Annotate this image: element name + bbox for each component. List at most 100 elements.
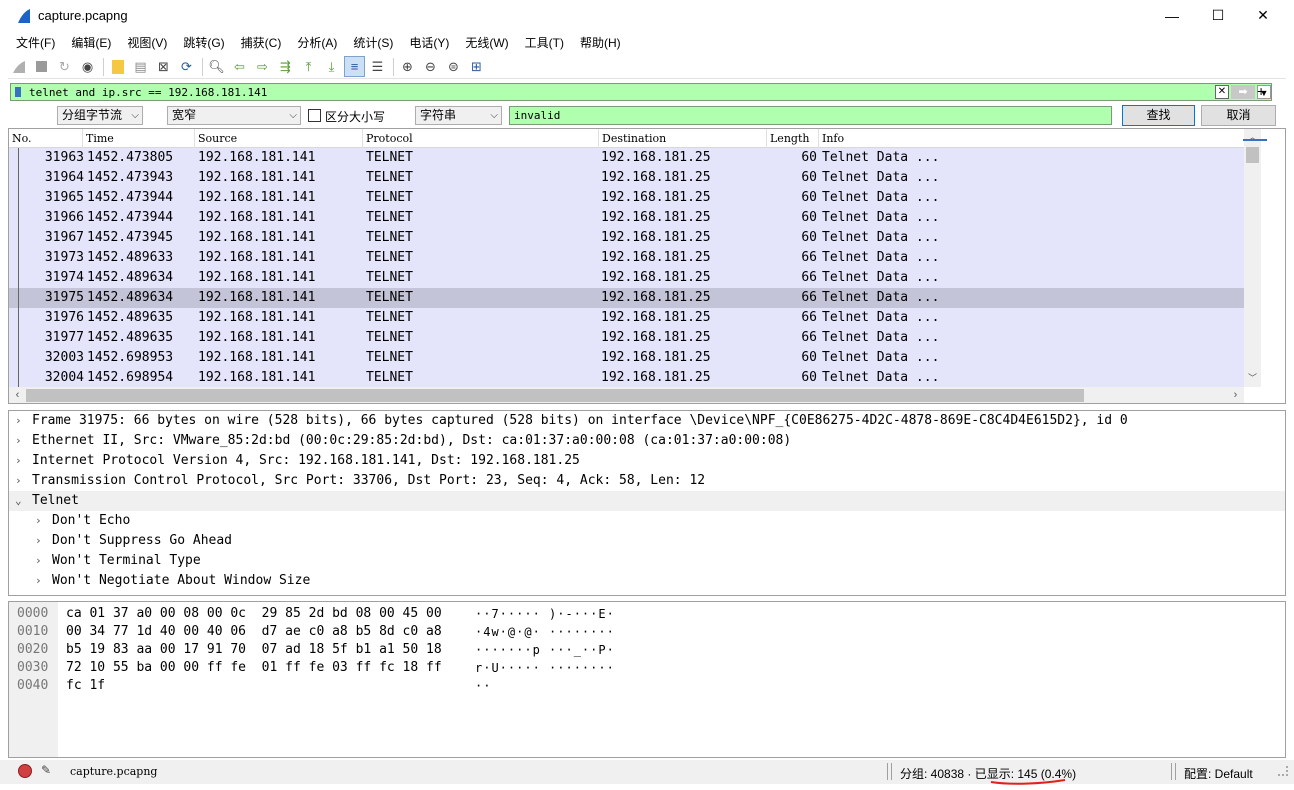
restart-capture-icon[interactable]: ↻	[54, 56, 75, 77]
find-input[interactable]: invalid	[509, 106, 1112, 125]
maximize-button[interactable]: ☐	[1195, 0, 1241, 31]
table-row[interactable]: 31966 1452.473944 192.168.181.141 TELNET 192…	[9, 208, 1244, 228]
search-type-select[interactable]: 字符串 ⌵	[415, 106, 502, 125]
column-header-time[interactable]: Time	[83, 129, 195, 148]
hex-dump-row[interactable]: 0020 b5 19 83 aa 00 17 91 70 07 ad 18 5f …	[9, 641, 1279, 659]
column-header-info[interactable]: Info	[819, 129, 1244, 148]
column-header-no[interactable]: No.	[9, 129, 83, 148]
capture-comment-icon[interactable]: ✎	[41, 763, 51, 777]
chevron-right-icon[interactable]: ›	[15, 411, 22, 431]
menu-help[interactable]: 帮助(H)	[572, 34, 629, 51]
close-file-icon[interactable]: ⊠	[153, 56, 174, 77]
resize-grip-icon[interactable]	[1278, 766, 1288, 776]
table-row[interactable]: 31976 1452.489635 192.168.181.141 TELNET 192…	[9, 308, 1244, 328]
detail-tree-item[interactable]: › Won't Negotiate About Window Size	[9, 571, 1285, 591]
go-forward-icon[interactable]: ⇨	[252, 56, 273, 77]
go-to-packet-icon[interactable]: ⇶	[275, 56, 296, 77]
zoom-in-icon[interactable]: ⊕	[397, 56, 418, 77]
scroll-right-icon[interactable]: ›	[1227, 387, 1244, 403]
bookmark-icon[interactable]	[11, 84, 25, 100]
case-sensitive-checkbox[interactable]	[308, 109, 321, 122]
reload-file-icon[interactable]: ⟳	[176, 56, 197, 77]
table-row[interactable]: 32004 1452.698954 192.168.181.141 TELNET 192…	[9, 368, 1244, 388]
hex-dump-row[interactable]: 0000 ca 01 37 a0 00 08 00 0c 29 85 2d bd …	[9, 605, 1279, 623]
go-first-icon[interactable]: ⤒	[298, 56, 319, 77]
packet-list-vertical-scrollbar[interactable]: ︿ ﹀	[1244, 129, 1261, 387]
table-row[interactable]: 31977 1452.489635 192.168.181.141 TELNET 192…	[9, 328, 1244, 348]
table-row[interactable]: 31964 1452.473943 192.168.181.141 TELNET 192…	[9, 168, 1244, 188]
menu-analyze[interactable]: 分析(A)	[289, 34, 345, 51]
chevron-right-icon[interactable]: ›	[35, 551, 42, 571]
detail-tree-item[interactable]: › Transmission Control Protocol, Src Port…	[9, 471, 1285, 491]
chevron-right-icon[interactable]: ›	[35, 511, 42, 531]
table-row[interactable]: 31965 1452.473944 192.168.181.141 TELNET 192…	[9, 188, 1244, 208]
menu-statistics[interactable]: 统计(S)	[345, 34, 401, 51]
hex-dump-row[interactable]: 0040 fc 1f ··	[9, 677, 1279, 695]
table-row[interactable]: 31974 1452.489634 192.168.181.141 TELNET 192…	[9, 268, 1244, 288]
column-header-destination[interactable]: Destination	[599, 129, 767, 148]
apply-filter-icon[interactable]: ➡	[1231, 85, 1255, 99]
char-width-select[interactable]: 宽窄 ⌵	[167, 106, 301, 125]
chevron-down-icon[interactable]: ⌄	[15, 491, 22, 511]
menu-capture[interactable]: 捕获(C)	[233, 34, 290, 51]
menu-edit[interactable]: 编辑(E)	[63, 34, 119, 51]
search-in-select[interactable]: 分组字节流 ⌵	[57, 106, 143, 125]
scroll-up-icon[interactable]: ︿	[1244, 129, 1261, 146]
add-filter-button-icon[interactable]: +	[1257, 83, 1265, 99]
zoom-normal-icon[interactable]: ⊜	[443, 56, 464, 77]
menu-tools[interactable]: 工具(T)	[517, 34, 572, 51]
column-header-length[interactable]: Length	[767, 129, 819, 148]
table-row[interactable]: 31975 1452.489634 192.168.181.141 TELNET 192…	[9, 288, 1244, 308]
detail-tree-item[interactable]: › Internet Protocol Version 4, Src: 192.1…	[9, 451, 1285, 471]
column-header-protocol[interactable]: Protocol	[363, 129, 599, 148]
profile-indicator[interactable]: 配置: Default	[1184, 765, 1253, 782]
chevron-right-icon[interactable]: ›	[35, 531, 42, 551]
menu-telephony[interactable]: 电话(Y)	[401, 34, 457, 51]
stop-capture-icon[interactable]	[31, 56, 52, 77]
go-back-icon[interactable]: ⇦	[229, 56, 250, 77]
autoscroll-icon[interactable]: ≡	[344, 56, 365, 77]
chevron-right-icon[interactable]: ›	[15, 471, 22, 491]
zoom-out-icon[interactable]: ⊖	[420, 56, 441, 77]
start-capture-icon[interactable]	[8, 56, 29, 77]
colorize-icon[interactable]: ☰	[367, 56, 388, 77]
detail-tree-item[interactable]: › Won't Terminal Type	[9, 551, 1285, 571]
detail-tree-item[interactable]: › Don't Suppress Go Ahead	[9, 531, 1285, 551]
scroll-left-icon[interactable]: ‹	[9, 387, 26, 403]
chevron-right-icon[interactable]: ›	[35, 571, 42, 591]
cancel-button[interactable]: 取消	[1201, 105, 1276, 126]
expert-info-icon[interactable]	[18, 764, 32, 778]
chevron-right-icon[interactable]: ›	[15, 431, 22, 451]
chevron-right-icon[interactable]: ›	[15, 451, 22, 471]
menu-file[interactable]: 文件(F)	[8, 34, 63, 51]
close-button[interactable]: ✕	[1240, 0, 1286, 31]
menu-go[interactable]: 跳转(G)	[175, 34, 232, 51]
detail-tree-item[interactable]: › Ethernet II, Src: VMware_85:2d:bd (00:0…	[9, 431, 1285, 451]
table-row[interactable]: 31963 1452.473805 192.168.181.141 TELNET 192…	[9, 148, 1244, 168]
scrollbar-thumb[interactable]	[26, 389, 1084, 402]
hex-dump-row[interactable]: 0030 72 10 55 ba 00 00 ff fe 01 ff fe 03 …	[9, 659, 1279, 677]
table-row[interactable]: 31973 1452.489633 192.168.181.141 TELNET 192…	[9, 248, 1244, 268]
menu-view[interactable]: 视图(V)	[119, 34, 175, 51]
packet-list-horizontal-scrollbar[interactable]: ‹ ›	[9, 387, 1244, 403]
capture-options-icon[interactable]: ◉	[77, 56, 98, 77]
scrollbar-thumb[interactable]	[1246, 147, 1259, 163]
detail-tree-item[interactable]: ⌄ Telnet	[9, 491, 1285, 511]
find-packet-icon[interactable]: 🔍︎	[206, 56, 227, 77]
minimize-button[interactable]: —	[1149, 0, 1195, 31]
go-last-icon[interactable]: ⤓	[321, 56, 342, 77]
detail-tree-item[interactable]: › Don't Echo	[9, 511, 1285, 531]
column-header-source[interactable]: Source	[195, 129, 363, 148]
menu-wireless[interactable]: 无线(W)	[457, 34, 516, 51]
find-button[interactable]: 查找	[1122, 105, 1195, 126]
hex-dump-row[interactable]: 0010 00 34 77 1d 40 00 40 06 d7 ae c0 a8 …	[9, 623, 1279, 641]
table-row[interactable]: 31967 1452.473945 192.168.181.141 TELNET 192…	[9, 228, 1244, 248]
scroll-down-icon[interactable]: ﹀	[1244, 370, 1261, 387]
resize-columns-icon[interactable]: ⊞	[466, 56, 487, 77]
detail-tree-item[interactable]: › Frame 31975: 66 bytes on wire (528 bits…	[9, 411, 1285, 431]
save-file-icon[interactable]: ▤	[130, 56, 151, 77]
table-row[interactable]: 32003 1452.698953 192.168.181.141 TELNET 192…	[9, 348, 1244, 368]
display-filter-input[interactable]: telnet and ip.src == 192.168.181.141	[25, 86, 1215, 99]
open-file-icon[interactable]	[107, 56, 128, 77]
clear-filter-icon[interactable]: ✕	[1215, 85, 1229, 99]
